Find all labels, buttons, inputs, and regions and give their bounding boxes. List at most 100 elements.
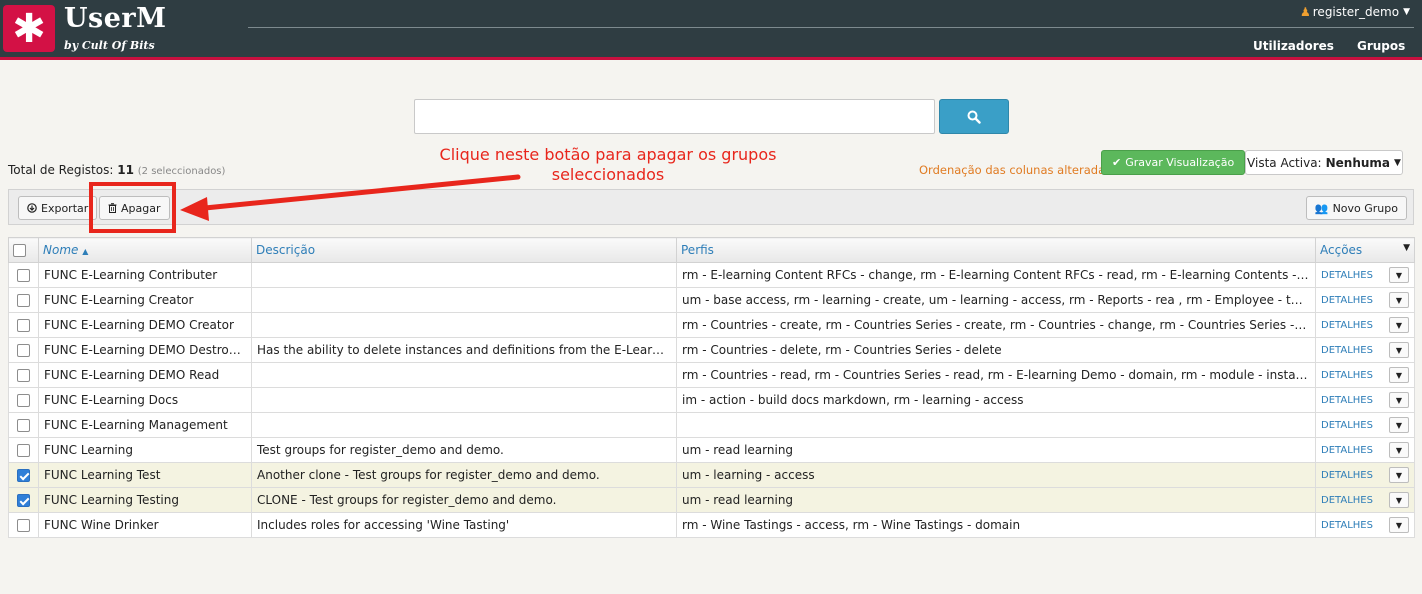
select-all-checkbox[interactable] (13, 244, 26, 257)
row-checkbox[interactable] (17, 269, 30, 282)
table-row[interactable]: FUNC E-Learning Contributer rm - E-learni… (8, 262, 1415, 288)
row-checkbox[interactable] (17, 444, 30, 457)
row-name: FUNC E-Learning DEMO Read (38, 362, 252, 388)
row-profiles: rm - Countries - create, rm - Countries … (676, 312, 1316, 338)
row-actions: DETALHES ▼ (1315, 387, 1415, 413)
details-link[interactable]: DETALHES (1321, 420, 1373, 431)
column-header-description[interactable]: Descrição (251, 237, 677, 263)
row-checkbox[interactable] (17, 319, 30, 332)
details-link[interactable]: DETALHES (1321, 345, 1373, 356)
row-profiles: rm - Countries - read, rm - Countries Se… (676, 362, 1316, 388)
row-checkbox-cell (8, 287, 39, 313)
row-checkbox[interactable] (17, 394, 30, 407)
table-row[interactable]: FUNC E-Learning DEMO Destroyer Has the ab… (8, 337, 1415, 363)
row-checkbox[interactable] (17, 344, 30, 357)
column-header-actions[interactable]: Acções ▼ (1315, 237, 1415, 263)
annotation-highlight-box (89, 182, 176, 233)
row-checkbox[interactable] (17, 294, 30, 307)
user-icon: ♟ (1300, 5, 1311, 19)
chevron-down-icon[interactable]: ▼ (1389, 492, 1409, 508)
chevron-down-icon[interactable]: ▼ (1389, 417, 1409, 433)
table-row[interactable]: FUNC Learning Test groups for register_de… (8, 437, 1415, 463)
row-checkbox-cell (8, 387, 39, 413)
row-profiles (676, 412, 1316, 438)
chevron-down-icon[interactable]: ▼ (1389, 367, 1409, 383)
active-view-dropdown[interactable]: Vista Activa: Nenhuma ▼ (1245, 150, 1403, 175)
select-all-header (8, 237, 39, 263)
export-button[interactable]: Exportar (18, 196, 98, 220)
row-checkbox-cell (8, 262, 39, 288)
row-description (251, 312, 677, 338)
details-link[interactable]: DETALHES (1321, 295, 1373, 306)
total-count: 11 (117, 163, 134, 177)
nav-groups[interactable]: Grupos (1357, 39, 1405, 53)
row-profiles: rm - Countries - delete, rm - Countries … (676, 337, 1316, 363)
row-checkbox[interactable] (17, 419, 30, 432)
search-button[interactable] (939, 99, 1009, 134)
row-description: Another clone - Test groups for register… (251, 462, 677, 488)
chevron-down-icon[interactable]: ▼ (1389, 267, 1409, 283)
chevron-down-icon[interactable]: ▼ (1389, 442, 1409, 458)
new-group-button[interactable]: 👥 Novo Grupo (1305, 196, 1407, 220)
top-header: ✱ UserM by Cult Of Bits ♟ register_demo … (0, 0, 1422, 60)
row-checkbox-cell (8, 437, 39, 463)
save-view-button[interactable]: ✔ Gravar Visualização (1101, 150, 1246, 175)
row-checkbox-cell (8, 412, 39, 438)
row-name: FUNC Wine Drinker (38, 512, 252, 538)
table-row[interactable]: FUNC E-Learning DEMO Read rm - Countries … (8, 362, 1415, 388)
table-header-row: Nome ▲ Descrição Perfis Acções ▼ (8, 237, 1415, 263)
details-link[interactable]: DETALHES (1321, 320, 1373, 331)
nav-users[interactable]: Utilizadores (1253, 39, 1334, 53)
details-link[interactable]: DETALHES (1321, 520, 1373, 531)
search-input[interactable] (414, 99, 935, 134)
row-checkbox-cell (8, 312, 39, 338)
row-checkbox-cell (8, 462, 39, 488)
table-row[interactable]: FUNC Learning Test Another clone - Test g… (8, 462, 1415, 488)
brand-title: UserM (64, 3, 167, 34)
table-row[interactable]: FUNC Wine Drinker Includes roles for acce… (8, 512, 1415, 538)
row-checkbox[interactable] (17, 494, 30, 507)
new-group-label: Novo Grupo (1332, 201, 1398, 215)
details-link[interactable]: DETALHES (1321, 445, 1373, 456)
row-profiles: um - read learning (676, 437, 1316, 463)
table-row[interactable]: FUNC E-Learning Management DETALHES ▼ (8, 412, 1415, 438)
row-checkbox[interactable] (17, 519, 30, 532)
brand-subtitle: by Cult Of Bits (64, 39, 155, 52)
user-menu[interactable]: ♟ register_demo ▼ (1300, 5, 1410, 19)
details-link[interactable]: DETALHES (1321, 370, 1373, 381)
chevron-down-icon[interactable]: ▼ (1389, 317, 1409, 333)
logo-asterisk-icon[interactable]: ✱ (3, 5, 55, 52)
chevron-down-icon[interactable]: ▼ (1389, 292, 1409, 308)
column-header-name[interactable]: Nome ▲ (38, 237, 252, 263)
chevron-down-icon: ▼ (1394, 157, 1401, 168)
details-link[interactable]: DETALHES (1321, 395, 1373, 406)
selected-count: (2 seleccionados) (137, 166, 226, 177)
row-name: FUNC E-Learning Contributer (38, 262, 252, 288)
row-checkbox[interactable] (17, 469, 30, 482)
chevron-down-icon[interactable]: ▼ (1389, 467, 1409, 483)
row-checkbox[interactable] (17, 369, 30, 382)
table-row[interactable]: FUNC E-Learning DEMO Creator rm - Countri… (8, 312, 1415, 338)
header-divider (248, 27, 1414, 28)
active-view-label: Vista Activa: (1247, 155, 1322, 170)
row-name: FUNC Learning Test (38, 462, 252, 488)
details-link[interactable]: DETALHES (1321, 270, 1373, 281)
row-actions: DETALHES ▼ (1315, 362, 1415, 388)
chevron-down-icon[interactable]: ▼ (1389, 342, 1409, 358)
search-icon (967, 110, 981, 124)
row-checkbox-cell (8, 487, 39, 513)
chevron-down-icon[interactable]: ▼ (1403, 243, 1410, 253)
row-name: FUNC E-Learning Management (38, 412, 252, 438)
group-icon: 👥 (1314, 201, 1329, 215)
column-header-profiles[interactable]: Perfis (676, 237, 1316, 263)
row-checkbox-cell (8, 362, 39, 388)
row-actions: DETALHES ▼ (1315, 512, 1415, 538)
details-link[interactable]: DETALHES (1321, 470, 1373, 481)
toolbar: Exportar Apagar 👥 Novo Grupo (8, 189, 1414, 225)
details-link[interactable]: DETALHES (1321, 495, 1373, 506)
table-row[interactable]: FUNC E-Learning Creator um - base access,… (8, 287, 1415, 313)
table-row[interactable]: FUNC E-Learning Docs im - action - build … (8, 387, 1415, 413)
table-row[interactable]: FUNC Learning Testing CLONE - Test groups… (8, 487, 1415, 513)
chevron-down-icon[interactable]: ▼ (1389, 392, 1409, 408)
chevron-down-icon[interactable]: ▼ (1389, 517, 1409, 533)
